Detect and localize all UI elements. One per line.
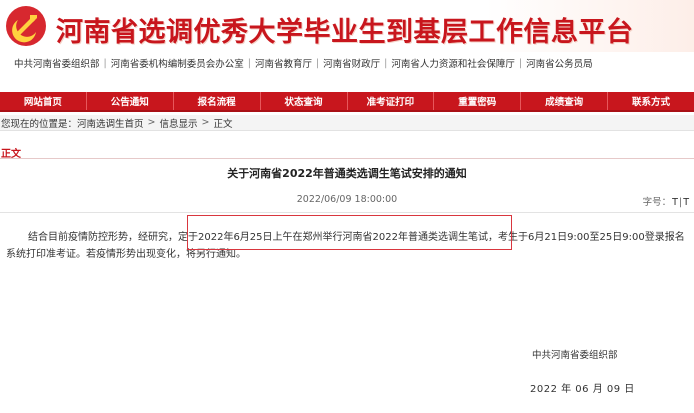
nav-status-query[interactable]: 状态查询 [261,92,348,110]
nav-home[interactable]: 网站首页 [0,92,87,110]
section-heading: 正文 [1,149,21,160]
divider [0,212,694,213]
org-link[interactable]: 中共河南省委组织部 [14,56,100,70]
breadcrumb-current: 正文 [213,118,233,130]
nav-registration-process[interactable]: 报名流程 [174,92,261,110]
separator: | [518,57,523,69]
font-size-large-button[interactable]: T [672,197,678,208]
font-size-label: 字号： [642,197,672,208]
nav-contact[interactable]: 联系方式 [608,92,694,110]
org-link[interactable]: 河南省教育厅 [255,56,312,70]
breadcrumb-separator: > [147,117,156,128]
breadcrumb: 您现在的位置是： 河南选调生首页 > 信息显示 > 正文 [0,115,694,131]
organization-links: 中共河南省委组织部 | 河南省委机构编制委员会办公室 | 河南省教育厅 | 河南省财政… [0,52,694,74]
site-title: 河南省选调优秀大学毕业生到基层工作信息平台 [56,17,634,48]
breadcrumb-prefix: 您现在的位置是： [1,118,78,130]
font-size-separator: | [678,197,683,208]
breadcrumb-home[interactable]: 河南选调生首页 [77,116,144,130]
article-body: 结合目前疫情防控形势，经研究，定于2022年6月25日上午在郑州举行河南省202… [6,229,690,263]
font-size-control: 字号：T|T [643,194,690,208]
nav-score-query[interactable]: 成绩查询 [521,92,609,110]
signature-organization: 中共河南省委组织部 [532,350,618,361]
org-link[interactable]: 河南省财政厅 [323,56,380,70]
org-link[interactable]: 河南省人力资源和社会保障厅 [391,56,515,70]
breadcrumb-separator: > [201,117,210,128]
nav-reset-password[interactable]: 重置密码 [434,92,522,110]
font-size-small-button[interactable]: T [683,197,689,208]
breadcrumb-info[interactable]: 信息显示 [160,116,198,130]
party-emblem-icon [6,6,46,46]
article-date: 2022/06/09 18:00:00 [296,194,398,205]
org-link[interactable]: 河南省公务员局 [526,56,593,70]
article-title: 关于河南省2022年普通类选调生笔试安排的通知 [227,167,467,180]
site-banner: 河南省选调优秀大学毕业生到基层工作信息平台 [0,0,694,52]
nav-admission-ticket[interactable]: 准考证打印 [348,92,435,110]
separator: | [315,57,320,69]
nav-announcements[interactable]: 公告通知 [87,92,174,110]
divider [0,158,694,159]
org-link[interactable]: 河南省委机构编制委员会办公室 [111,56,244,70]
separator: | [384,57,388,69]
main-nav: 网站首页 公告通知 报名流程 状态查询 准考证打印 重置密码 成绩查询 联系方式 [0,92,694,112]
body-paragraph-line1: 结合目前疫情防控形势，经研究，定于2022年6月25日上午在郑州举行河南省202… [28,232,665,243]
signature-date: 2022 年 06 月 09 日 [530,384,635,395]
separator: | [103,57,107,69]
separator: | [247,57,251,69]
